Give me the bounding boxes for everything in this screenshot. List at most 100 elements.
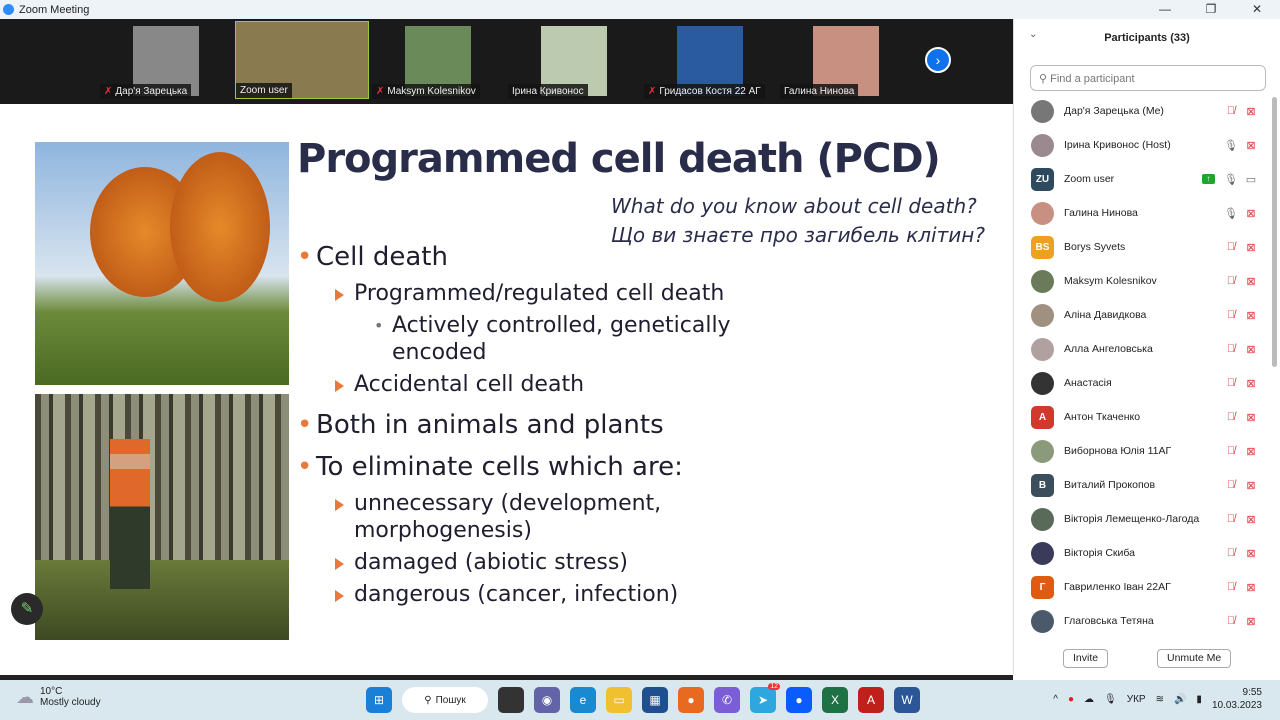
avatar — [1031, 201, 1054, 225]
participant-search-input[interactable]: ⚲ Find a participant — [1030, 65, 1266, 91]
bullet-text: To eliminate cells which are: — [316, 452, 683, 482]
language-indicator[interactable]: УКР — [1127, 694, 1146, 705]
video-off-icon[interactable]: ⊠ — [1241, 275, 1261, 288]
participant-row[interactable]: Алла Ангеловська 🎙̸ ⊠ — [1031, 335, 1261, 363]
mic-muted-icon[interactable]: 🎙̸ — [1221, 581, 1241, 593]
participant-name: Виталий Прокопов — [1064, 479, 1156, 491]
slide-bullet-level2: Accidental cell death — [335, 372, 584, 397]
video-off-icon[interactable]: ⊠ — [1241, 547, 1261, 560]
viber-icon[interactable]: ✆ — [714, 687, 740, 713]
task-view-icon[interactable] — [498, 687, 524, 713]
video-off-icon[interactable]: ⊠ — [1241, 207, 1261, 220]
participant-row[interactable]: Вікторія Скиба 🎙̸ ⊠ — [1031, 539, 1261, 567]
mic-muted-icon[interactable]: 🎙̸ — [1221, 105, 1241, 117]
avatar — [1031, 99, 1054, 123]
participant-row[interactable]: Maksym Kolesnikov 🎙̸ ⊠ — [1031, 267, 1261, 295]
teams-icon[interactable]: ◉ — [534, 687, 560, 713]
date: 10.03.2023 — [1211, 700, 1262, 711]
mic-muted-icon[interactable]: 🎙̸ — [1221, 513, 1241, 525]
participant-row[interactable]: Г Гавриленко Іван 22АГ 🎙̸ ⊠ — [1031, 573, 1261, 601]
participant-row[interactable]: Ірина Кривонос (Host) 🎙 ⊠ — [1031, 131, 1261, 159]
zoom-logo-icon — [3, 4, 14, 15]
video-tile[interactable]: Галина Нинова — [780, 21, 914, 99]
mic-muted-icon[interactable]: 🎙̸ — [1221, 241, 1241, 253]
excel-icon[interactable]: X — [822, 687, 848, 713]
mic-muted-icon[interactable]: 🎙̸ — [1221, 411, 1241, 423]
mic-icon[interactable]: 🎙 — [1221, 173, 1241, 186]
close-button[interactable]: ✕ — [1234, 0, 1280, 19]
video-name-label: ✗ Maksym Kolesnikov — [372, 84, 480, 99]
show-hidden-icons[interactable]: ^ — [1053, 694, 1058, 705]
video-off-icon[interactable]: ⊠ — [1241, 513, 1261, 526]
mic-muted-icon[interactable]: 🎙̸ — [1221, 479, 1241, 491]
video-off-icon[interactable]: ⊠ — [1241, 139, 1261, 152]
video-name-label: ✗ Дар'я Зарецька — [100, 84, 192, 99]
firefox-icon[interactable]: ● — [678, 687, 704, 713]
mic-muted-icon[interactable]: 🎙̸ — [1221, 309, 1241, 321]
participant-row[interactable]: Галина Нинова 🎙 ⊠ — [1031, 199, 1261, 227]
acrobat-icon[interactable]: A — [858, 687, 884, 713]
zoom-icon[interactable]: ● — [786, 687, 812, 713]
microphone-icon[interactable]: 🎙 — [1104, 694, 1117, 705]
invite-button[interactable]: Invite — [1063, 649, 1109, 668]
video-tile[interactable]: ✗ Гридасов Костя 22 АГ — [644, 21, 778, 99]
video-tile[interactable]: ✗ Maksym Kolesnikov — [372, 21, 506, 99]
avatar: A — [1031, 405, 1054, 429]
video-off-icon[interactable]: ⊠ — [1241, 343, 1261, 356]
video-on-icon[interactable]: ▭ — [1241, 173, 1261, 186]
word-icon[interactable]: W — [894, 687, 920, 713]
recording-icon[interactable]: ● — [1068, 694, 1074, 705]
participant-row[interactable]: Виборнова Юлія 11АГ 🎙̸ ⊠ — [1031, 437, 1261, 465]
next-page-button[interactable]: › — [925, 47, 951, 73]
participant-row[interactable]: A Антон Ткаченко 🎙̸ ⊠ — [1031, 403, 1261, 431]
weather-widget[interactable]: ☁ 10°C Mostly cloudy — [16, 686, 101, 708]
annotate-pen-button[interactable]: ✎ — [11, 593, 43, 625]
maximize-button[interactable]: ❐ — [1188, 0, 1234, 19]
mic-muted-icon[interactable]: 🎙̸ — [1221, 343, 1241, 355]
volume-icon[interactable]: 🔊 — [1174, 694, 1186, 705]
participant-row[interactable]: Анастасія 🎙̸ ⊠ — [1031, 369, 1261, 397]
mic-muted-icon[interactable]: 🎙̸ — [1221, 377, 1241, 389]
scrollbar[interactable] — [1272, 97, 1277, 367]
video-off-icon[interactable]: ⊠ — [1241, 581, 1261, 594]
video-off-icon[interactable]: ⊠ — [1241, 615, 1261, 628]
telegram-icon[interactable]: ➤ 12 — [750, 683, 780, 713]
video-off-icon[interactable]: ⊠ — [1241, 479, 1261, 492]
video-tile[interactable]: Ірина Кривонос — [508, 21, 642, 99]
mic-muted-icon[interactable]: 🎙̸ — [1221, 547, 1241, 559]
video-off-icon[interactable]: ⊠ — [1241, 411, 1261, 424]
mic-icon[interactable]: 🎙 — [1221, 207, 1241, 220]
mic-muted-icon[interactable]: 🎙̸ — [1221, 445, 1241, 457]
video-off-icon[interactable]: ⊠ — [1241, 241, 1261, 254]
clock[interactable]: 9:55 10.03.2023 — [1212, 686, 1262, 712]
start-icon[interactable]: ⊞ — [366, 687, 392, 713]
unmute-me-button[interactable]: Unmute Me — [1157, 649, 1232, 668]
avatar — [1031, 541, 1054, 565]
avatar — [1031, 269, 1054, 293]
mic-icon[interactable]: 🎙 — [1221, 139, 1241, 152]
participant-row[interactable]: ZU Zoom user ↑ 🎙 ▭ — [1031, 165, 1261, 193]
minimize-button[interactable]: — — [1142, 0, 1188, 19]
video-tile[interactable]: ✗ Дар'я Зарецька — [100, 21, 234, 99]
participant-row[interactable]: В Виталий Прокопов 🎙̸ ⊠ — [1031, 471, 1261, 499]
participant-row[interactable]: Глаговська Тетяна 🎙̸ ⊠ — [1031, 607, 1261, 635]
file-explorer-icon[interactable]: ▭ — [606, 687, 632, 713]
participant-name: Дар'я Зарецька (Me) — [1064, 105, 1164, 117]
battery-icon[interactable]: ▮ — [1196, 694, 1202, 705]
wifi-icon[interactable]: ≋ — [1156, 694, 1164, 705]
video-off-icon[interactable]: ⊠ — [1241, 377, 1261, 390]
participant-row[interactable]: Дар'я Зарецька (Me) 🎙̸ ⊠ — [1031, 97, 1261, 125]
search-button[interactable]: ⚲ Пошук — [402, 687, 488, 713]
video-off-icon[interactable]: ⊠ — [1241, 445, 1261, 458]
onedrive-icon[interactable]: ☁ — [1084, 694, 1094, 705]
store-icon[interactable]: ▦ — [642, 687, 668, 713]
participant-row[interactable]: Аліна Давидкова 🎙̸ ⊠ — [1031, 301, 1261, 329]
video-off-icon[interactable]: ⊠ — [1241, 309, 1261, 322]
edge-icon[interactable]: e — [570, 687, 596, 713]
video-tile[interactable]: Zoom user — [235, 21, 369, 99]
participant-row[interactable]: Вікторія Лемещенко-Лагода 🎙̸ ⊠ — [1031, 505, 1261, 533]
mic-muted-icon[interactable]: 🎙̸ — [1221, 615, 1241, 627]
participant-row[interactable]: BS Borys Syvets 🎙̸ ⊠ — [1031, 233, 1261, 261]
mic-muted-icon[interactable]: 🎙̸ — [1221, 275, 1241, 287]
video-off-icon[interactable]: ⊠ — [1241, 105, 1261, 118]
